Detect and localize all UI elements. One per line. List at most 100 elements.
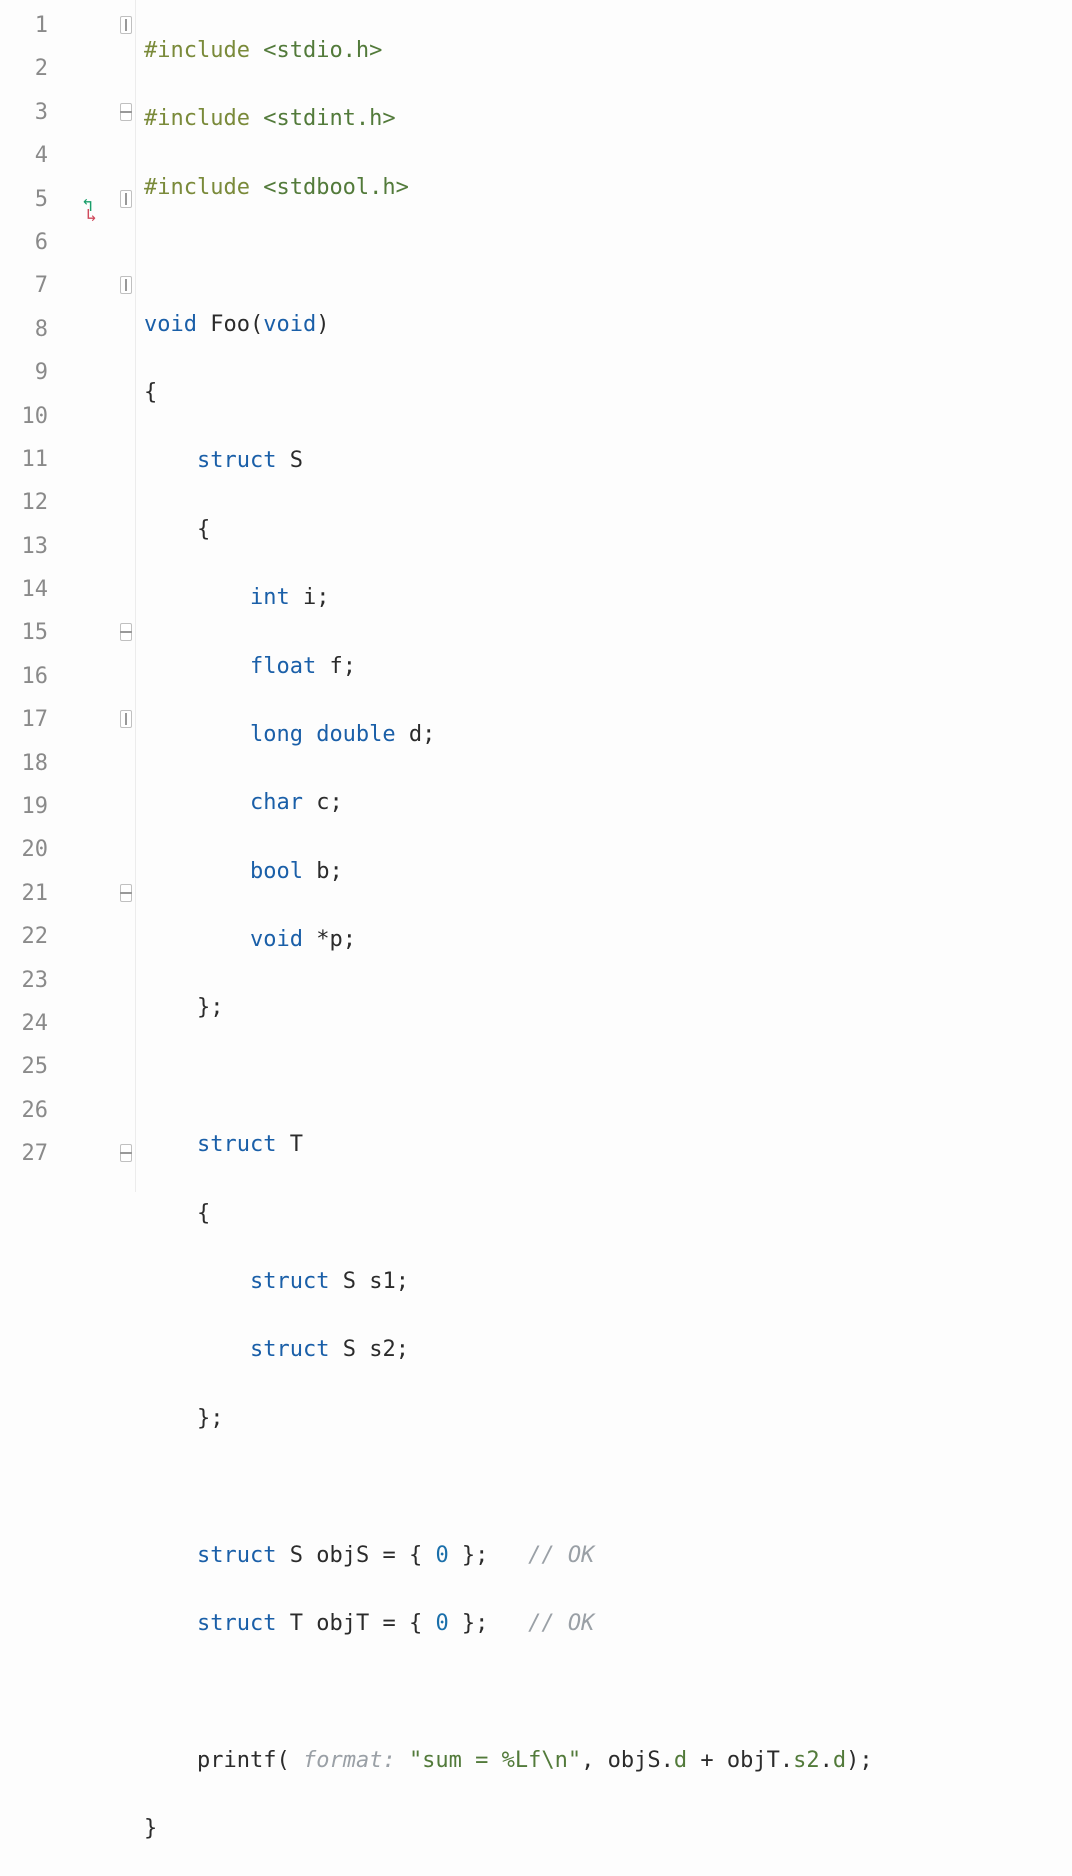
variable: objT bbox=[727, 1748, 780, 1773]
op: = { bbox=[369, 1611, 435, 1636]
line-number: 19 bbox=[0, 785, 60, 828]
variable: c bbox=[303, 790, 330, 815]
code-line[interactable]: #include <stdint.h> bbox=[144, 97, 1072, 140]
code-line[interactable]: float f; bbox=[144, 645, 1072, 688]
line-number: 17 bbox=[0, 698, 60, 741]
editor-margin: ↰ ↳ bbox=[60, 0, 120, 1192]
line-number: 7 bbox=[0, 264, 60, 307]
line-number: 24 bbox=[0, 1002, 60, 1045]
code-line[interactable]: } bbox=[144, 1807, 1072, 1850]
variable: i bbox=[290, 585, 317, 610]
type-name: S bbox=[276, 1543, 303, 1568]
type-keyword: void bbox=[250, 927, 303, 952]
punct: ); bbox=[846, 1748, 873, 1773]
punct: . bbox=[820, 1748, 833, 1773]
punct: ; bbox=[316, 585, 329, 610]
code-line[interactable]: struct S bbox=[144, 439, 1072, 482]
line-number: 16 bbox=[0, 655, 60, 698]
punct: ; bbox=[343, 654, 356, 679]
line-number: 11 bbox=[0, 438, 60, 481]
code-line[interactable]: char c; bbox=[144, 781, 1072, 824]
type-keyword: long double bbox=[250, 722, 396, 747]
code-line[interactable]: #include <stdio.h> bbox=[144, 29, 1072, 72]
variable: objT bbox=[303, 1611, 369, 1636]
line-number: 8 bbox=[0, 308, 60, 351]
code-line[interactable]: { bbox=[144, 508, 1072, 551]
line-number: 13 bbox=[0, 525, 60, 568]
variable: b bbox=[303, 859, 330, 884]
struct-name: T bbox=[276, 1132, 303, 1157]
fold-close-icon[interactable] bbox=[120, 103, 132, 121]
fold-toggle-icon[interactable] bbox=[120, 276, 132, 294]
keyword: struct bbox=[197, 1132, 276, 1157]
line-number: 15 bbox=[0, 611, 60, 654]
line-number: 23 bbox=[0, 959, 60, 1002]
code-line[interactable]: struct T bbox=[144, 1123, 1072, 1166]
code-line[interactable]: printf( format: "sum = %Lf\n", objS.d + … bbox=[144, 1739, 1072, 1782]
code-line[interactable]: struct T objT = { 0 }; // OK bbox=[144, 1602, 1072, 1645]
code-line[interactable]: { bbox=[144, 1192, 1072, 1235]
code-editor[interactable]: #include <stdio.h> #include <stdint.h> #… bbox=[136, 0, 1072, 1192]
punct: , bbox=[581, 1748, 608, 1773]
code-line[interactable]: struct S s2; bbox=[144, 1328, 1072, 1371]
parameter-hint: format: bbox=[303, 1748, 409, 1773]
line-number: 3 bbox=[0, 91, 60, 134]
line-number: 25 bbox=[0, 1045, 60, 1088]
code-line[interactable]: void Foo(void) bbox=[144, 303, 1072, 346]
punct: ; bbox=[343, 927, 356, 952]
field: s2 bbox=[793, 1748, 820, 1773]
punct: ) bbox=[316, 312, 329, 337]
fold-toggle-icon[interactable] bbox=[120, 710, 132, 728]
code-line[interactable] bbox=[144, 1055, 1072, 1098]
include-path: <stdio.h> bbox=[250, 38, 382, 63]
code-line[interactable]: }; bbox=[144, 986, 1072, 1029]
code-line[interactable]: }; bbox=[144, 1397, 1072, 1440]
comment: // OK bbox=[488, 1543, 594, 1568]
line-number: 14 bbox=[0, 568, 60, 611]
fold-close-icon[interactable] bbox=[120, 623, 132, 641]
fold-toggle-icon[interactable] bbox=[120, 190, 132, 208]
code-line[interactable]: struct S s1; bbox=[144, 1260, 1072, 1303]
fold-gutter bbox=[120, 0, 136, 1192]
fold-close-icon[interactable] bbox=[120, 884, 132, 902]
line-number: 4 bbox=[0, 134, 60, 177]
fold-close-icon[interactable] bbox=[120, 1144, 132, 1162]
punct: . bbox=[780, 1748, 793, 1773]
type-keyword: float bbox=[250, 654, 316, 679]
comment: // OK bbox=[488, 1611, 594, 1636]
code-line[interactable] bbox=[144, 234, 1072, 277]
code-line[interactable]: #include <stdbool.h> bbox=[144, 166, 1072, 209]
punct: }; bbox=[449, 1543, 489, 1568]
struct-name: S bbox=[276, 448, 303, 473]
code-line[interactable]: bool b; bbox=[144, 850, 1072, 893]
line-number: 26 bbox=[0, 1089, 60, 1132]
punct: ; bbox=[329, 790, 342, 815]
type-name: S bbox=[329, 1337, 356, 1362]
op: + bbox=[687, 1748, 727, 1773]
punct: ; bbox=[329, 859, 342, 884]
line-number: 12 bbox=[0, 481, 60, 524]
brace: }; bbox=[144, 995, 223, 1020]
brace: { bbox=[144, 1201, 210, 1226]
number-literal: 0 bbox=[435, 1543, 448, 1568]
code-line[interactable]: void *p; bbox=[144, 918, 1072, 961]
preprocessor-directive: #include bbox=[144, 38, 250, 63]
brace: { bbox=[144, 517, 210, 542]
line-number: 18 bbox=[0, 742, 60, 785]
type-keyword: char bbox=[250, 790, 303, 815]
code-line[interactable]: { bbox=[144, 371, 1072, 414]
keyword: void bbox=[144, 312, 197, 337]
code-line[interactable] bbox=[144, 1670, 1072, 1713]
brace: } bbox=[144, 1816, 157, 1841]
code-line[interactable]: struct S objS = { 0 }; // OK bbox=[144, 1534, 1072, 1577]
keyword: struct bbox=[197, 448, 276, 473]
string-literal: "sum = %Lf\n" bbox=[409, 1748, 581, 1773]
code-line[interactable] bbox=[144, 1465, 1072, 1508]
preprocessor-directive: #include bbox=[144, 106, 250, 131]
punct: ; bbox=[396, 1269, 409, 1294]
code-line[interactable]: int i; bbox=[144, 576, 1072, 619]
line-number: 2 bbox=[0, 47, 60, 90]
line-number-gutter: 1 2 3 4 5 6 7 8 9 10 11 12 13 14 15 16 1… bbox=[0, 0, 60, 1192]
code-line[interactable]: long double d; bbox=[144, 713, 1072, 756]
fold-toggle-icon[interactable] bbox=[120, 16, 132, 34]
